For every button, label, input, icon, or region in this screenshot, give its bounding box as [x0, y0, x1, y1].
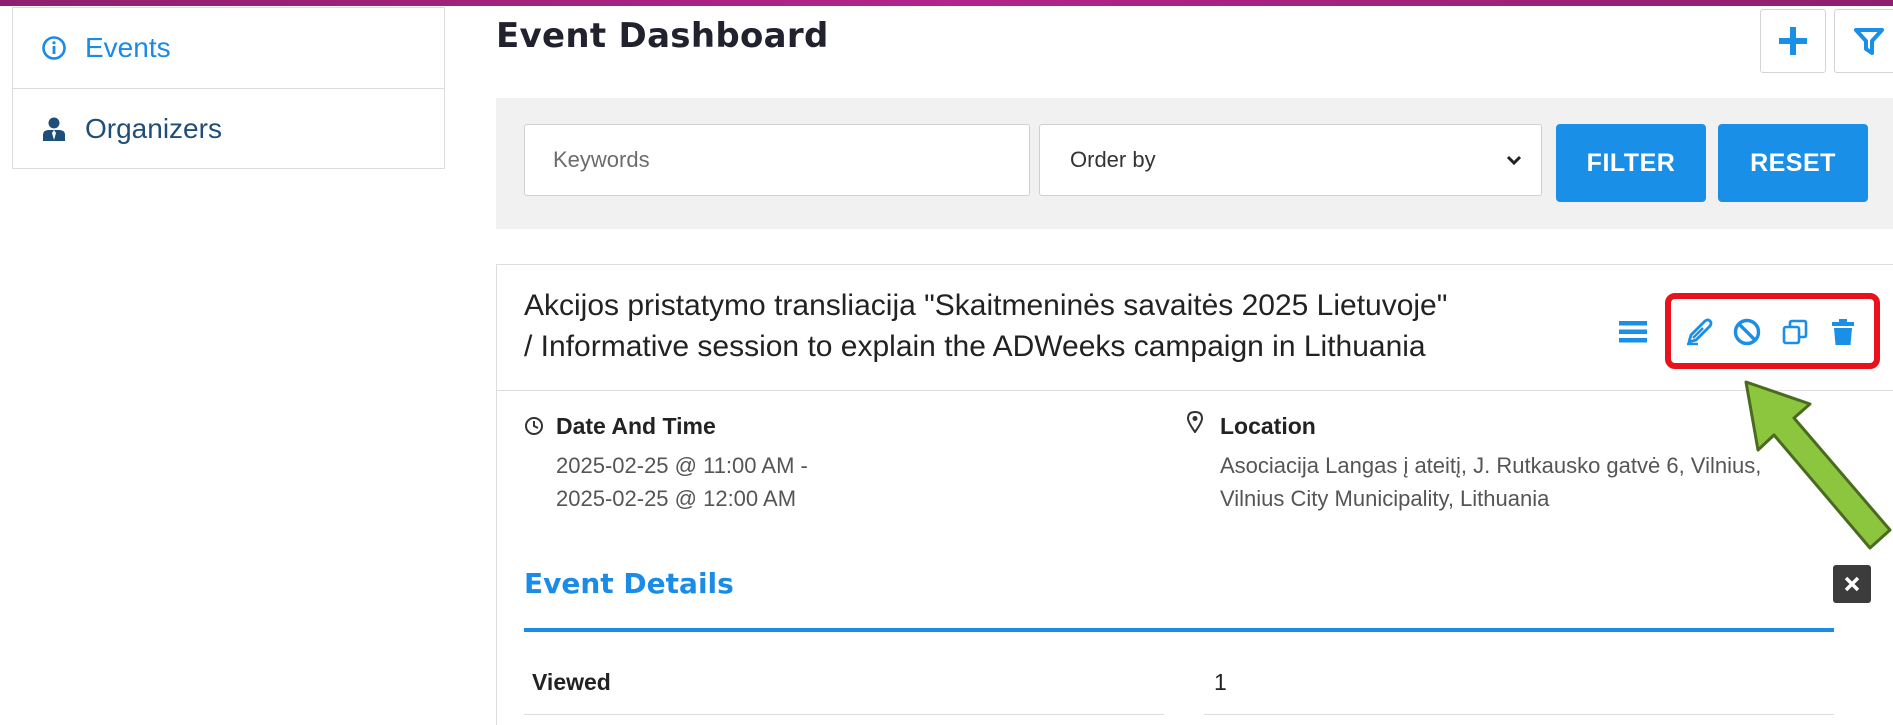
trash-icon[interactable]: [1827, 316, 1859, 348]
date-time-label: Date And Time: [556, 413, 716, 439]
event-details-title: Event Details: [524, 567, 734, 600]
chevron-down-icon: [1506, 155, 1522, 166]
add-event-button[interactable]: [1760, 9, 1826, 73]
menu-icon[interactable]: [1619, 321, 1647, 343]
event-title: Akcijos pristatymo transliacija "Skaitme…: [524, 285, 1604, 367]
sidebar-item-label: Organizers: [85, 112, 222, 144]
viewed-value: 1: [1214, 669, 1227, 695]
viewed-label: Viewed: [532, 669, 611, 695]
reset-button[interactable]: RESET: [1718, 124, 1868, 202]
map-pin-icon: [1187, 411, 1203, 433]
toggle-filter-button[interactable]: [1834, 9, 1893, 73]
date-start: 2025-02-25 @ 11:00 AM -: [556, 453, 808, 478]
table-row-divider: [1204, 714, 1834, 715]
cancel-icon[interactable]: [1731, 316, 1763, 348]
order-by-value: Order by: [1070, 147, 1156, 172]
location-line: Vilnius City Municipality, Lithuania: [1220, 486, 1550, 511]
copy-icon[interactable]: [1779, 316, 1811, 348]
edit-icon[interactable]: [1683, 316, 1715, 348]
close-icon: [1844, 576, 1860, 592]
event-title-line: Akcijos pristatymo transliacija "Skaitme…: [524, 289, 1448, 322]
user-tie-icon: [41, 116, 67, 142]
plus-icon: [1779, 27, 1807, 55]
sidebar-item-label: Events: [85, 32, 171, 63]
keywords-input[interactable]: [524, 124, 1030, 196]
location-line: Asociacija Langas į ateitį, J. Rutkausko…: [1220, 453, 1762, 478]
event-title-line: / Informative session to explain the ADW…: [524, 330, 1426, 363]
filter-panel: Order by FILTER RESET: [496, 98, 1893, 229]
action-highlight-box: [1665, 293, 1880, 369]
close-details-button[interactable]: [1833, 565, 1871, 603]
sidebar-item-events[interactable]: Events: [13, 8, 444, 88]
location-label: Location: [1220, 413, 1316, 439]
section-divider: [524, 628, 1834, 632]
event-card: Akcijos pristatymo transliacija "Skaitme…: [496, 264, 1893, 725]
event-card-header: Akcijos pristatymo transliacija "Skaitme…: [497, 265, 1893, 391]
top-accent-bar: [0, 0, 1893, 6]
table-row-divider: [524, 714, 1164, 715]
page-title: Event Dashboard: [496, 16, 829, 56]
info-circle-icon: [41, 35, 67, 61]
clock-icon: [525, 417, 543, 435]
date-end: 2025-02-25 @ 12:00 AM: [556, 486, 797, 511]
sidebar-item-organizers[interactable]: Organizers: [13, 88, 444, 168]
filter-button[interactable]: FILTER: [1556, 124, 1706, 202]
sidebar: Events Organizers: [12, 7, 445, 169]
funnel-icon: [1854, 28, 1884, 55]
order-by-select[interactable]: Order by: [1039, 124, 1542, 196]
date-time-value: 2025-02-25 @ 11:00 AM - 2025-02-25 @ 12:…: [556, 449, 808, 515]
location-value: Asociacija Langas į ateitį, J. Rutkausko…: [1220, 449, 1761, 515]
